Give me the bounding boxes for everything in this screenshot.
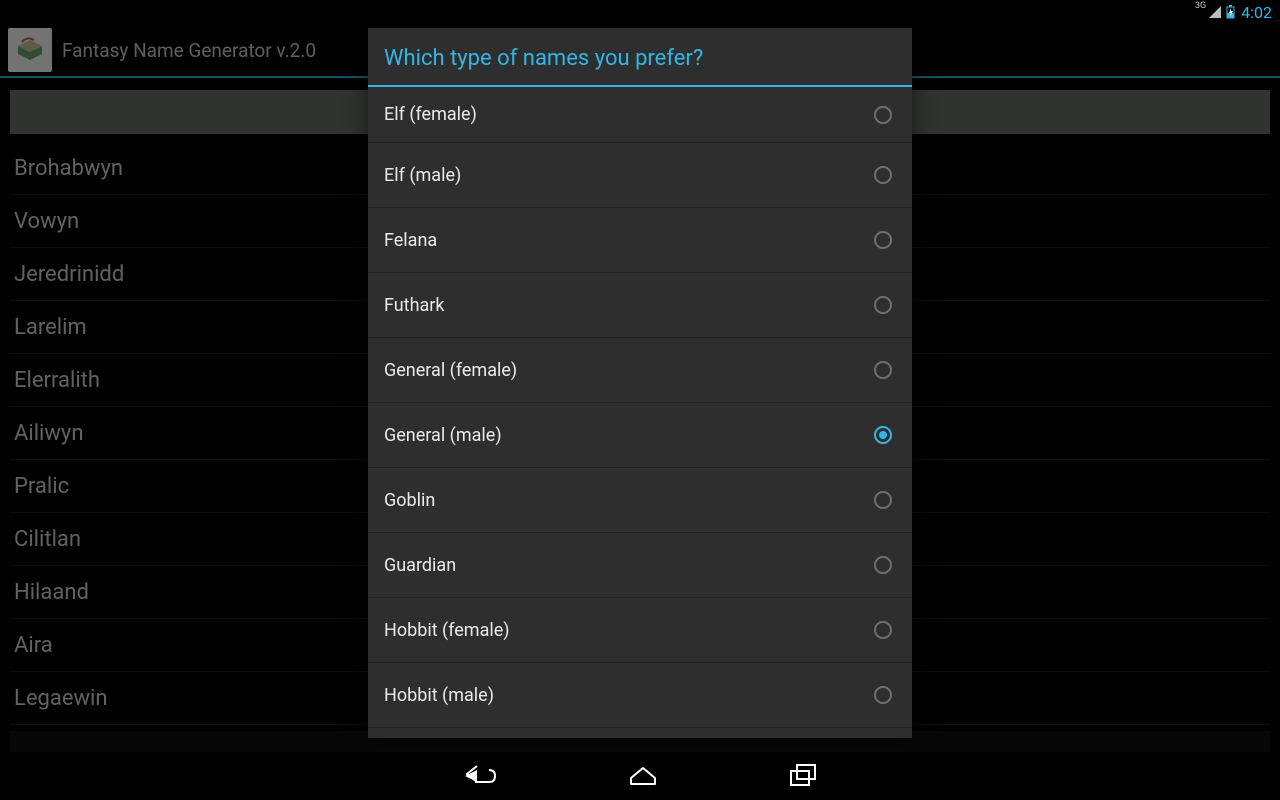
radio-icon <box>874 491 892 509</box>
dialog-option[interactable]: Futhark <box>368 273 912 338</box>
radio-icon <box>874 686 892 704</box>
battery-charging-icon <box>1226 5 1235 19</box>
option-label: Felana <box>384 230 437 251</box>
dialog-option[interactable]: Hobbit (female) <box>368 598 912 663</box>
dialog-option[interactable]: Goblin <box>368 468 912 533</box>
option-label: Elf (male) <box>384 165 461 186</box>
radio-icon <box>874 231 892 249</box>
option-label: Goblin <box>384 490 435 511</box>
option-label: Futhark <box>384 295 445 316</box>
option-label: Hobbit (female) <box>384 620 510 641</box>
dialog-option[interactable]: Elf (female) <box>368 87 912 143</box>
option-label: General (female) <box>384 360 517 381</box>
radio-icon <box>874 556 892 574</box>
option-label: Elf (female) <box>384 104 477 125</box>
home-button[interactable] <box>627 762 659 790</box>
radio-icon <box>874 426 892 444</box>
radio-icon <box>874 621 892 639</box>
radio-icon <box>874 106 892 124</box>
dialog-option-list: Elf (female) Elf (male) Felana Futhark Gener… <box>368 87 912 738</box>
back-button[interactable] <box>463 762 497 790</box>
dialog-option[interactable]: Felana <box>368 208 912 273</box>
network-type-label: 3G <box>1195 1 1206 11</box>
clock-label: 4:02 <box>1241 3 1272 22</box>
dialog-option[interactable]: Hobbit (male) <box>368 663 912 728</box>
dialog-option[interactable]: Elf (male) <box>368 143 912 208</box>
option-label: Guardian <box>384 555 456 576</box>
recent-apps-button[interactable] <box>789 763 817 789</box>
radio-icon <box>874 166 892 184</box>
option-label: Hobbit (male) <box>384 685 494 706</box>
signal-icon <box>1208 5 1222 19</box>
status-bar: 3G 4:02 <box>0 0 1280 24</box>
radio-icon <box>874 361 892 379</box>
option-label: General (male) <box>384 425 502 446</box>
navigation-bar <box>0 752 1280 800</box>
radio-icon <box>874 296 892 314</box>
dialog-option[interactable]: General (female) <box>368 338 912 403</box>
dialog-option[interactable]: General (male) <box>368 403 912 468</box>
dialog-option[interactable]: Guardian <box>368 533 912 598</box>
name-type-dialog: Which type of names you prefer? Elf (fem… <box>368 28 912 738</box>
dialog-title: Which type of names you prefer? <box>368 28 912 87</box>
